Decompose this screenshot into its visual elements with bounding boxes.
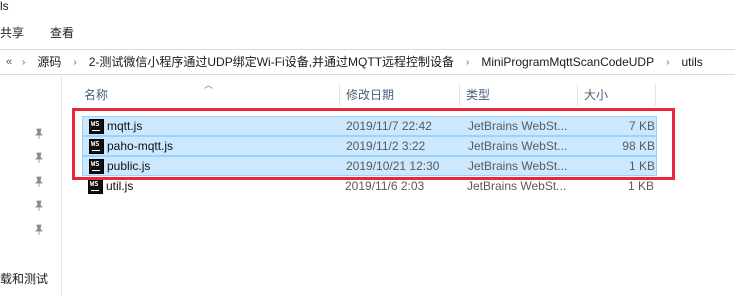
file-date: 2019/10/21 12:30 (346, 159, 440, 173)
file-size: 98 KB (622, 139, 655, 153)
file-type: JetBrains WebSt... (468, 119, 568, 133)
file-row-paho-mqtt[interactable]: WS paho-mqtt.js 2019/11/2 3:22 JetBrains… (82, 136, 657, 156)
tab-share[interactable]: 共享 (0, 22, 38, 44)
sort-ascending-icon: ︿ (204, 80, 214, 90)
file-row-util[interactable]: WS util.js 2019/11/6 2:03 JetBrains WebS… (82, 177, 657, 197)
breadcrumb-utils[interactable]: utils (673, 50, 710, 74)
file-type: JetBrains WebSt... (467, 179, 567, 193)
file-row-mqtt[interactable]: WS mqtt.js 2019/11/7 22:42 JetBrains Web… (82, 116, 657, 136)
file-size: 1 KB (627, 179, 654, 193)
file-date: 2019/11/6 2:03 (345, 179, 425, 193)
file-name: util.js (106, 179, 134, 193)
file-size: 7 KB (628, 119, 655, 133)
navigation-pane: 载和测试 (0, 76, 62, 295)
breadcrumb-miniprogram[interactable]: MiniProgramMqttScanCodeUDP (473, 50, 662, 74)
column-header-row: 名称 ︿ 修改日期 类型 大小 (63, 80, 663, 106)
overflow-chevron-icon[interactable]: « (0, 56, 18, 68)
file-name: paho-mqtt.js (107, 139, 174, 153)
pin-icon[interactable] (33, 152, 45, 164)
tab-view[interactable]: 查看 (50, 22, 88, 44)
pin-icon[interactable] (33, 200, 45, 212)
webstorm-file-icon: WS (89, 159, 104, 174)
file-date: 2019/11/2 3:22 (346, 139, 426, 153)
column-header-date[interactable]: 修改日期 (340, 84, 460, 106)
ribbon-tabs: 共享 查看 (0, 22, 88, 44)
pin-icon[interactable] (33, 224, 45, 236)
pin-icon[interactable] (33, 128, 45, 140)
breadcrumb-separator-icon[interactable]: › (18, 57, 29, 68)
breadcrumb-source[interactable]: 源码 (29, 50, 69, 74)
address-bar[interactable]: « › 源码 › 2-测试微信小程序通过UDP绑定Wi-Fi设备,并通过MQTT… (0, 49, 735, 75)
breadcrumb-separator-icon[interactable]: › (462, 57, 473, 68)
breadcrumb-separator-icon[interactable]: › (69, 57, 80, 68)
vertical-scrollbar[interactable] (729, 76, 735, 295)
file-type: JetBrains WebSt... (468, 159, 568, 173)
column-header-type[interactable]: 类型 (460, 84, 578, 106)
file-list: 名称 ︿ 修改日期 类型 大小 WS mqtt.js 2019/11/7 22:… (63, 76, 735, 295)
file-type: JetBrains WebSt... (468, 139, 568, 153)
breadcrumb-project-folder[interactable]: 2-测试微信小程序通过UDP绑定Wi-Fi设备,并通过MQTT远程控制设备 (81, 50, 462, 74)
webstorm-file-icon: WS (89, 119, 104, 134)
webstorm-file-icon: WS (89, 139, 104, 154)
column-header-size[interactable]: 大小 (578, 84, 656, 106)
file-name: public.js (107, 159, 151, 173)
nav-item-label[interactable]: 载和测试 (0, 270, 48, 287)
window-title: ls (0, 0, 9, 13)
breadcrumb-separator-icon[interactable]: › (662, 57, 673, 68)
file-date: 2019/11/7 22:42 (346, 119, 432, 133)
file-row-public[interactable]: WS public.js 2019/10/21 12:30 JetBrains … (82, 156, 657, 176)
pin-icon[interactable] (33, 176, 45, 188)
file-name: mqtt.js (107, 119, 143, 133)
webstorm-file-icon: WS (88, 179, 103, 194)
file-size: 1 KB (628, 159, 655, 173)
